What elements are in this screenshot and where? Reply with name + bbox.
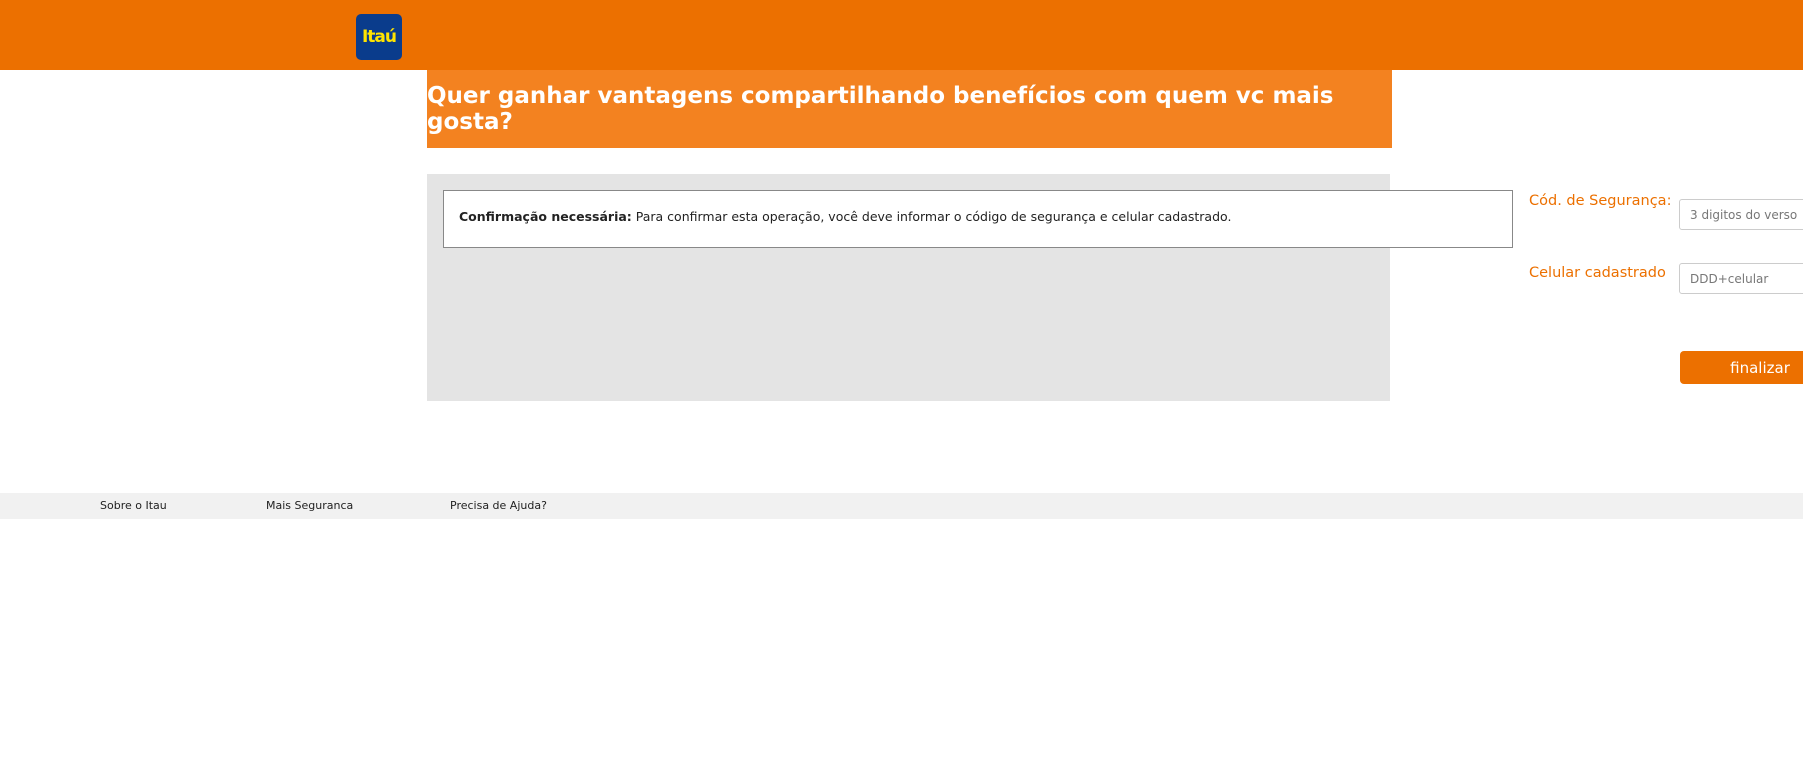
phone-input[interactable] xyxy=(1679,263,1803,294)
footer-bar: Sobre o Itau Mais Seguranca Precisa de A… xyxy=(0,493,1803,519)
footer-link-help[interactable]: Precisa de Ajuda? xyxy=(450,499,547,512)
security-code-label: Cód. de Segurança: xyxy=(1529,193,1672,209)
promo-banner: Quer ganhar vantagens compartilhando ben… xyxy=(427,70,1392,148)
footer-link-about[interactable]: Sobre o Itau xyxy=(100,499,167,512)
footer-link-security[interactable]: Mais Seguranca xyxy=(266,499,353,512)
finalize-button[interactable]: finalizar xyxy=(1680,351,1803,384)
header-bar: Itaú xyxy=(0,0,1803,70)
security-code-input[interactable] xyxy=(1679,199,1803,230)
confirmation-message: Confirmação necessária: Para confirmar e… xyxy=(443,190,1513,248)
itau-logo[interactable]: Itaú xyxy=(356,14,402,60)
message-bold: Confirmação necessária: xyxy=(459,209,632,224)
message-text: Para confirmar esta operação, você deve … xyxy=(631,209,1232,224)
banner-title: Quer ganhar vantagens compartilhando ben… xyxy=(427,83,1334,135)
phone-label: Celular cadastrado xyxy=(1529,265,1666,281)
logo-text: Itaú xyxy=(361,27,397,47)
